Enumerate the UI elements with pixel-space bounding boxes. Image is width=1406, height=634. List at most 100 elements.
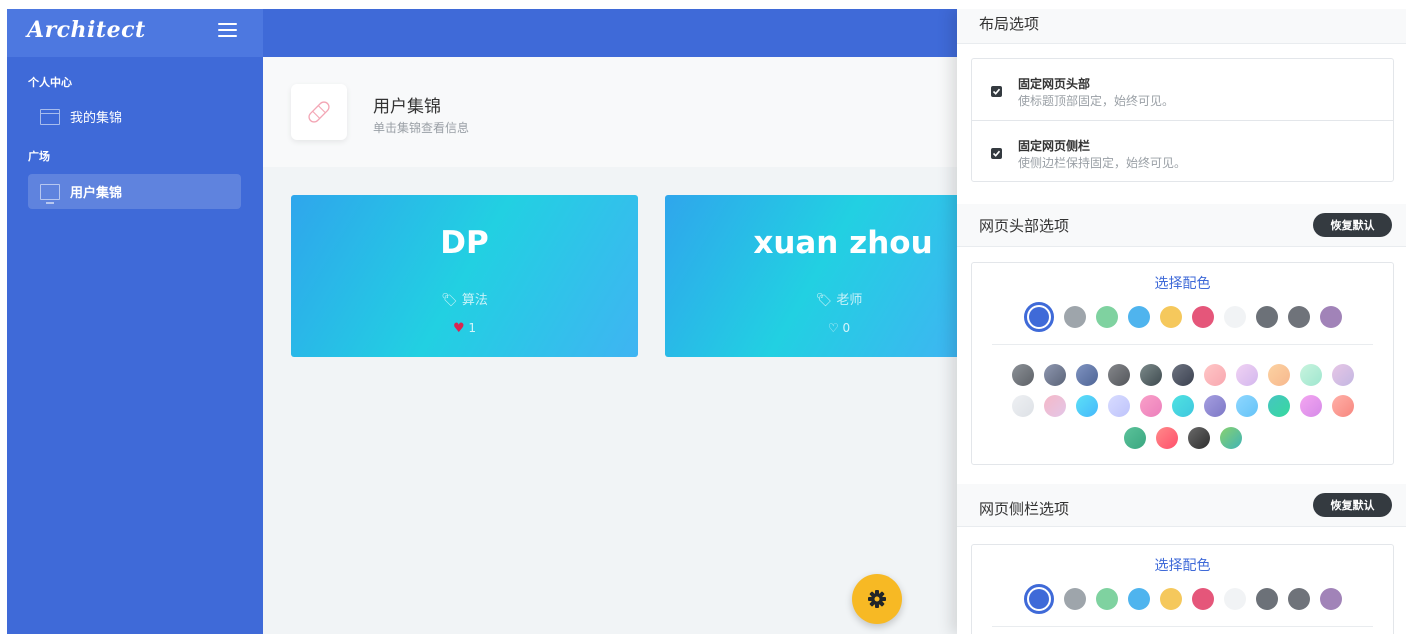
color-swatch[interactable] [1191, 588, 1214, 610]
layout-options-header: 布局选项 [957, 9, 1406, 44]
fixed-sidebar-option: 固定网页侧栏 使侧边栏保持固定，始终可见。 [972, 120, 1393, 182]
color-swatch[interactable] [1203, 395, 1226, 417]
card-like-count: 1 [468, 321, 477, 335]
header-options-title: 网页头部选项 [979, 217, 1070, 235]
color-swatch[interactable] [1191, 306, 1214, 328]
sidebar-section-square: 广场 [28, 150, 50, 163]
color-swatch[interactable] [1267, 364, 1290, 386]
color-swatch[interactable] [1331, 395, 1354, 417]
layout-options-box: 固定网页头部 使标题顶部固定，始终可见。 固定网页侧栏 使侧边栏保持固定，始终可… [971, 58, 1394, 182]
theme-settings-panel: 布局选项 固定网页头部 使标题顶部固定，始终可见。 固定网页侧栏 使侧边栏保持固… [957, 9, 1406, 634]
sidebar-header: Architect [7, 9, 263, 57]
monitor-icon [40, 183, 60, 204]
card-likes[interactable]: ♥ 1 [291, 321, 638, 336]
color-swatch[interactable] [1223, 306, 1246, 328]
page-subtitle: 单击集锦查看信息 [373, 121, 470, 135]
sidebar-choose-color-label: 选择配色 [1154, 558, 1211, 574]
color-swatch[interactable] [1139, 395, 1162, 417]
sidebar-section-personal: 个人中心 [28, 76, 72, 89]
color-swatch[interactable] [1299, 395, 1322, 417]
color-swatch[interactable] [1319, 588, 1342, 610]
color-swatch[interactable] [1043, 364, 1066, 386]
sidebar-item-user-collection[interactable]: 用户集锦 [28, 174, 241, 209]
card-tag-label: 算法 [461, 293, 488, 308]
sidebar-item-my-collection[interactable]: 我的集锦 [28, 99, 241, 134]
app-frame: Architect 个人中心 我的集锦 广场 用户集锦 用户集锦 单击集锦查看信… [7, 9, 1406, 634]
color-swatch[interactable] [1171, 395, 1194, 417]
color-swatch[interactable] [1255, 306, 1278, 328]
color-swatch[interactable] [1331, 364, 1354, 386]
bandage-icon [291, 84, 347, 140]
card-like-count: 0 [842, 321, 851, 335]
color-swatch[interactable] [1063, 306, 1086, 328]
color-swatch[interactable] [1095, 306, 1118, 328]
collection-card[interactable]: xuan zhou 🏷︎ 老师 ♡ 0 [665, 195, 965, 357]
card-title: DP [440, 225, 489, 261]
color-swatch[interactable] [1187, 427, 1210, 449]
color-swatch[interactable] [1075, 364, 1098, 386]
layout-options-title: 布局选项 [979, 15, 1040, 33]
gear-icon [868, 590, 886, 608]
tag-icon: 🏷︎ [815, 293, 833, 308]
header-gradient-swatches-row [972, 395, 1393, 417]
sidebar-options-header: 网页侧栏选项 恢复默认 [957, 484, 1406, 527]
header-solid-swatches [972, 302, 1393, 332]
header-choose-color-label: 选择配色 [1154, 276, 1211, 292]
color-swatch[interactable] [1203, 364, 1226, 386]
menu-toggle-icon[interactable] [218, 23, 237, 39]
header-color-box: 选择配色 [971, 262, 1394, 465]
color-swatch[interactable] [1267, 395, 1290, 417]
color-swatch[interactable] [1063, 588, 1086, 610]
fixed-sidebar-desc: 使侧边栏保持固定，始终可见。 [1018, 156, 1187, 170]
window-icon [40, 108, 60, 125]
color-swatch[interactable] [1011, 364, 1034, 386]
fixed-sidebar-checkbox[interactable] [991, 148, 1002, 159]
color-swatch[interactable] [1139, 364, 1162, 386]
color-swatch[interactable] [1075, 395, 1098, 417]
color-swatch[interactable] [1127, 306, 1150, 328]
card-tag: 🏷︎ 算法 [291, 289, 638, 308]
color-swatch[interactable] [1107, 364, 1130, 386]
header-reset-button[interactable]: 恢复默认 [1313, 213, 1392, 237]
color-swatch[interactable] [1255, 588, 1278, 610]
sidebar-item-label: 用户集锦 [70, 186, 123, 201]
color-swatch[interactable] [1287, 306, 1310, 328]
color-swatch[interactable] [1127, 588, 1150, 610]
color-swatch[interactable] [1155, 427, 1178, 449]
color-swatch[interactable] [1159, 306, 1182, 328]
color-swatch[interactable] [1095, 588, 1118, 610]
header-options-header: 网页头部选项 恢复默认 [957, 204, 1406, 247]
sidebar-item-label: 我的集锦 [70, 111, 123, 126]
app-logo[interactable]: Architect [27, 17, 146, 43]
color-swatch[interactable] [1159, 588, 1182, 610]
fixed-header-desc: 使标题顶部固定，始终可见。 [1018, 94, 1175, 108]
sidebar: Architect 个人中心 我的集锦 广场 用户集锦 [7, 9, 263, 634]
sidebar-solid-swatches [972, 584, 1393, 614]
color-swatch[interactable] [1223, 588, 1246, 610]
collection-card[interactable]: DP 🏷︎ 算法 ♥ 1 [291, 195, 638, 357]
card-tag-label: 老师 [836, 293, 863, 308]
color-swatch[interactable] [1123, 427, 1146, 449]
color-swatch[interactable] [1171, 364, 1194, 386]
color-swatch[interactable] [1023, 302, 1054, 332]
fixed-header-checkbox[interactable] [991, 86, 1002, 97]
settings-fab-button[interactable] [852, 574, 902, 624]
heart-filled-icon: ♥ [452, 321, 465, 336]
color-swatch[interactable] [1043, 395, 1066, 417]
color-swatch[interactable] [1023, 584, 1054, 614]
color-swatch[interactable] [1235, 395, 1258, 417]
divider [992, 344, 1373, 345]
sidebar-reset-button[interactable]: 恢复默认 [1313, 493, 1392, 517]
color-swatch[interactable] [1235, 364, 1258, 386]
color-swatch[interactable] [1107, 395, 1130, 417]
fixed-sidebar-label: 固定网页侧栏 [1018, 139, 1091, 153]
color-swatch[interactable] [1287, 588, 1310, 610]
tag-icon: 🏷︎ [441, 293, 458, 308]
color-swatch[interactable] [1319, 306, 1342, 328]
color-swatch[interactable] [1011, 395, 1034, 417]
page-title: 用户集锦 [373, 97, 441, 117]
fixed-header-option: 固定网页头部 使标题顶部固定，始终可见。 [972, 59, 1393, 121]
color-swatch[interactable] [1219, 427, 1242, 449]
header-gradient-swatches-row [972, 427, 1393, 449]
color-swatch[interactable] [1299, 364, 1322, 386]
